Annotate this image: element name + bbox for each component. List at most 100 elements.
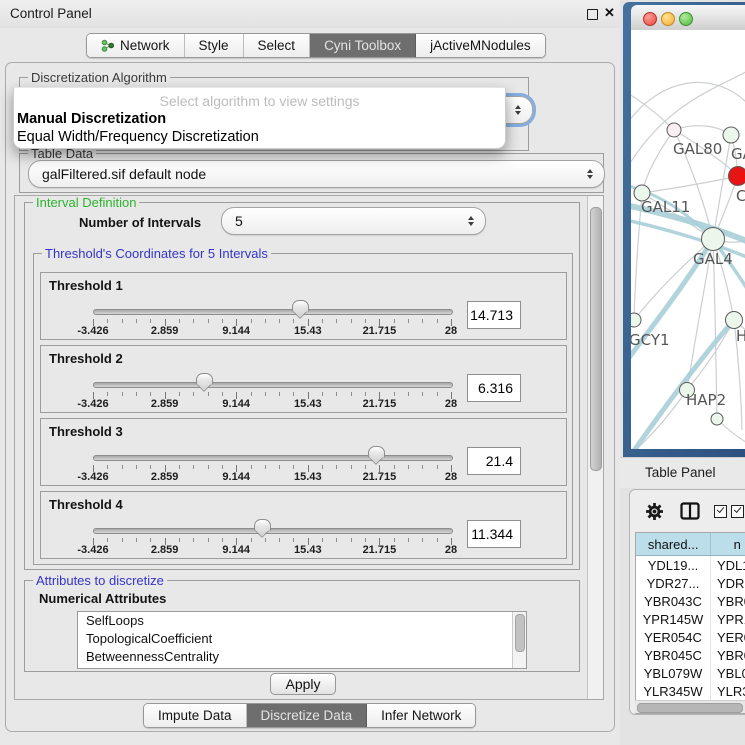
tab-label: Discretize Data <box>261 708 353 723</box>
checkbox-checked-icon[interactable] <box>731 505 744 518</box>
threshold-slider-track[interactable] <box>93 455 453 461</box>
list-item-betweennesscentrality[interactable]: BetweennessCentrality <box>78 648 526 666</box>
tick-mark <box>150 319 151 323</box>
list-scrollbar-thumb[interactable] <box>515 614 525 652</box>
tab-impute-data[interactable]: Impute Data <box>144 704 247 727</box>
tick-mark <box>193 465 194 469</box>
tick-mark <box>265 465 266 469</box>
tab-select[interactable]: Select <box>244 34 311 57</box>
list-item-topologicalcoefficient[interactable]: TopologicalCoefficient <box>78 630 526 648</box>
tab-jactivemnodules[interactable]: jActiveMNodules <box>416 34 545 57</box>
close-traffic-light-icon[interactable] <box>643 12 657 26</box>
cell: YBR043C <box>636 592 711 610</box>
network-node[interactable] <box>729 167 745 186</box>
slider-scale-labels: -3.4262.8599.14415.4321.71528 <box>93 325 451 338</box>
table-panel-title: Table Panel <box>645 465 716 480</box>
scale-label: -3.426 <box>77 471 108 483</box>
network-node[interactable] <box>702 228 725 251</box>
tick-mark <box>437 319 438 323</box>
threshold-slider-track[interactable] <box>93 382 453 388</box>
list-item-selfloops[interactable]: SelfLoops <box>78 612 526 630</box>
table-horizontal-scrollbar[interactable] <box>635 700 745 713</box>
threshold-slider-track[interactable] <box>93 528 453 534</box>
table-data-value: galFiltered.sif default node <box>42 166 206 182</box>
tick-mark <box>365 319 366 323</box>
tab-network[interactable]: Network <box>87 34 185 57</box>
tick-mark <box>107 319 108 323</box>
checkbox-checked-icon[interactable] <box>714 505 727 518</box>
threshold-slider-handle[interactable] <box>254 519 271 531</box>
table-row[interactable]: YER054CYER0 <box>636 628 745 646</box>
threshold-value-field[interactable]: 21.4 <box>467 447 521 475</box>
threshold-slider-handle[interactable] <box>368 446 385 458</box>
node-label-gal4: GAL4 <box>693 250 733 268</box>
column-header-n[interactable]: n <box>711 533 745 555</box>
float-window-icon[interactable] <box>587 9 598 20</box>
table-scrollbar-thumb[interactable] <box>637 703 743 713</box>
tick-mark <box>136 538 137 542</box>
list-scrollbar[interactable] <box>512 612 526 668</box>
tick-mark <box>179 538 180 542</box>
settings-scrollbar[interactable] <box>587 196 603 699</box>
numerical-attributes-list[interactable]: SelfLoopsTopologicalCoefficientBetweenne… <box>77 611 527 669</box>
network-node[interactable] <box>711 413 723 425</box>
settings-scrollbar-thumb[interactable] <box>590 207 602 471</box>
tick-mark <box>336 538 337 542</box>
network-node[interactable] <box>723 127 739 143</box>
tick-mark <box>222 538 223 542</box>
table-row[interactable]: YBL079WYBL0 <box>636 664 745 682</box>
node-label-gal11: GAL11 <box>641 198 690 216</box>
apply-button[interactable]: Apply <box>270 673 336 695</box>
tick-mark <box>336 319 337 323</box>
scale-label: 9.144 <box>222 471 250 483</box>
network-edge[interactable] <box>642 176 738 193</box>
minimize-traffic-light-icon[interactable] <box>661 12 675 26</box>
split-columns-icon[interactable] <box>680 502 700 525</box>
tab-infer-network[interactable]: Infer Network <box>367 704 475 727</box>
threshold-slider-handle[interactable] <box>196 373 213 385</box>
threshold-panel: Threshold 4 -3.4262.8599.14415.4321.7152… <box>40 491 567 559</box>
tick-mark <box>222 319 223 323</box>
tick-mark <box>222 392 223 396</box>
close-panel-icon[interactable]: ✕ <box>604 5 615 21</box>
tick-mark <box>122 465 123 469</box>
node-attribute-table[interactable]: shared...nYDL19...YDL1YDR27...YDR2YBR043… <box>635 532 745 714</box>
dropdown-option-manual-discretization[interactable]: Manual Discretization <box>17 111 166 127</box>
table-row[interactable]: YDL19...YDL1 <box>636 556 745 574</box>
scale-label: 2.859 <box>151 471 179 483</box>
tick-mark <box>193 392 194 396</box>
cell: YDR27... <box>636 574 711 592</box>
tab-style[interactable]: Style <box>185 34 244 57</box>
tick-mark <box>251 319 252 323</box>
slider-scale-labels: -3.4262.8599.14415.4321.71528 <box>93 544 451 557</box>
table-row[interactable]: YDR27...YDR2 <box>636 574 745 592</box>
network-canvas[interactable]: GAL80GACGAL11GAL4GCY1HHAP2 <box>631 30 745 449</box>
dropdown-option-equal-width-frequency[interactable]: Equal Width/Frequency Discretization <box>17 129 259 145</box>
zoom-traffic-light-icon[interactable] <box>679 12 693 26</box>
table-row[interactable]: YLR345WYLR3 <box>636 682 745 700</box>
numerical-attributes-label: Numerical Attributes <box>39 591 166 606</box>
threshold-value-field[interactable]: 14.713 <box>467 301 521 329</box>
network-node[interactable] <box>631 313 641 327</box>
column-header-shared[interactable]: shared... <box>636 533 711 555</box>
gear-icon[interactable] <box>645 502 664 526</box>
table-row[interactable]: YBR043CYBR0 <box>636 592 745 610</box>
threshold-slider-handle[interactable] <box>292 300 309 312</box>
table-row[interactable]: YPR145WYPR1 <box>636 610 745 628</box>
tick-mark <box>107 538 108 542</box>
threshold-value-field[interactable]: 11.344 <box>467 520 521 548</box>
table-data-combobox[interactable]: galFiltered.sif default node <box>28 160 605 188</box>
network-node[interactable] <box>667 123 681 137</box>
network-node[interactable] <box>726 312 743 329</box>
tab-cyni-toolbox[interactable]: Cyni Toolbox <box>310 34 416 57</box>
threshold-value-field[interactable]: 6.316 <box>467 374 521 402</box>
tab-discretize-data[interactable]: Discretize Data <box>247 704 368 727</box>
tick-mark <box>208 465 209 469</box>
tick-mark <box>408 319 409 323</box>
tick-mark <box>193 538 194 542</box>
number-of-intervals-combobox[interactable]: 5 <box>221 207 486 235</box>
threshold-slider-track[interactable] <box>93 309 453 315</box>
tick-mark <box>365 465 366 469</box>
network-edge[interactable] <box>674 126 731 135</box>
table-row[interactable]: YBR045CYBR0 <box>636 646 745 664</box>
